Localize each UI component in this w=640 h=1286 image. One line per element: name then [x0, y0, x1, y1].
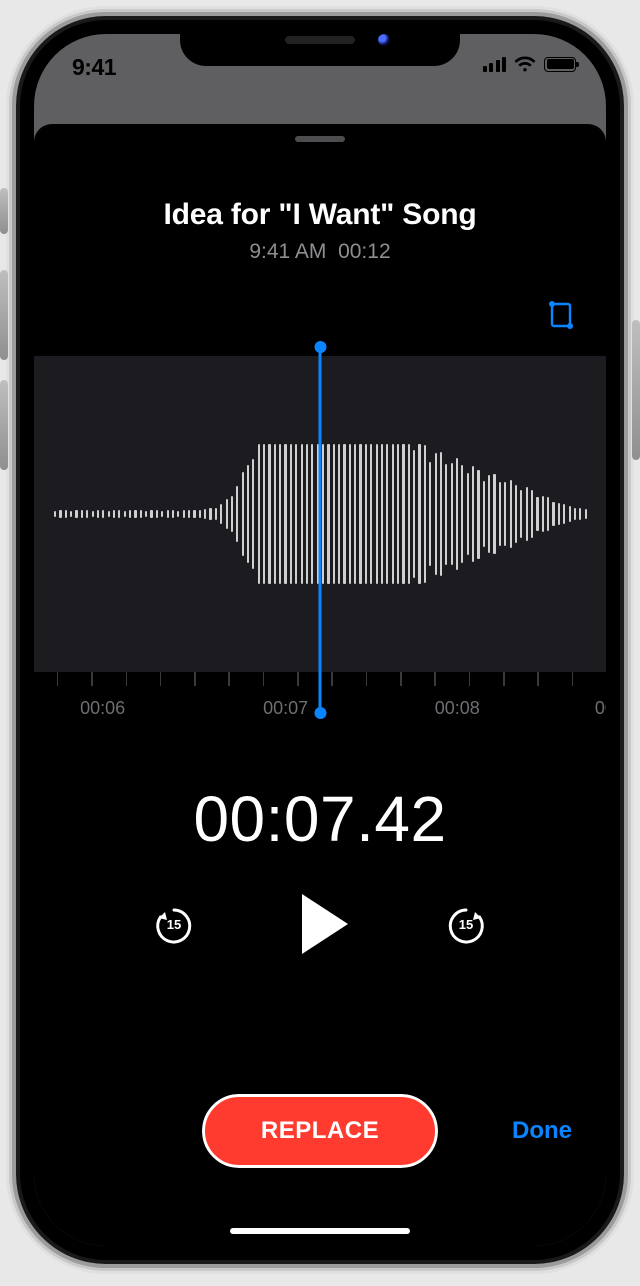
recording-meta: 9:41 AM 00:12 [34, 240, 606, 264]
front-camera [378, 34, 390, 46]
wifi-icon [514, 56, 536, 72]
recording-time: 9:41 AM [249, 240, 326, 263]
recording-duration: 00:12 [338, 240, 391, 263]
recording-title: Idea for "I Want" Song [34, 198, 606, 232]
cellular-icon [483, 56, 507, 72]
replace-button[interactable]: REPLACE [202, 1094, 438, 1168]
ruler-label: 00:07 [263, 698, 308, 719]
ruler-label: 00:06 [80, 698, 125, 719]
playhead[interactable] [319, 346, 322, 714]
home-indicator[interactable] [230, 1228, 410, 1234]
sheet-grabber[interactable] [295, 136, 345, 142]
bottom-bar: REPLACE Done [34, 1094, 606, 1168]
phone-frame: 9:41 Idea for "I Want" Song 9:41 AM 00:1 [20, 20, 620, 1260]
battery-icon [544, 57, 576, 72]
transport-controls: 15 15 [34, 894, 606, 954]
power-button[interactable] [632, 320, 640, 460]
volume-down-button[interactable] [0, 380, 8, 470]
skip-seconds-label: 15 [167, 917, 181, 932]
trim-icon [546, 300, 578, 332]
editor-sheet: Idea for "I Want" Song 9:41 AM 00:12 [34, 124, 606, 1246]
elapsed-time: 00:07.42 [34, 782, 606, 856]
screen: 9:41 Idea for "I Want" Song 9:41 AM 00:1 [34, 34, 606, 1246]
notch [180, 20, 460, 66]
ruler-label: 00:09 [595, 698, 606, 719]
volume-up-button[interactable] [0, 270, 8, 360]
skip-forward-button[interactable]: 15 [444, 902, 488, 946]
skip-seconds-label: 15 [459, 917, 473, 932]
mute-switch[interactable] [0, 188, 8, 234]
ruler-label: 00:08 [435, 698, 480, 719]
play-button[interactable] [302, 894, 348, 954]
earpiece [285, 36, 355, 44]
status-time: 9:41 [72, 54, 116, 81]
skip-back-button[interactable]: 15 [152, 902, 196, 946]
trim-button[interactable] [546, 300, 578, 332]
done-button[interactable]: Done [512, 1117, 572, 1145]
